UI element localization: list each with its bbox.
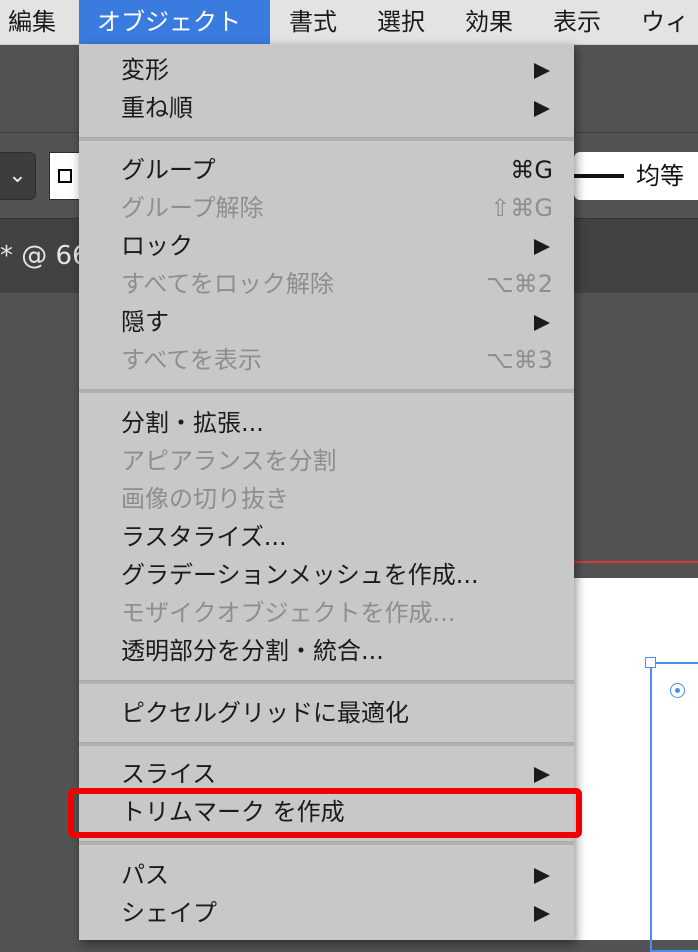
menubar: 編集 オブジェクト 書式 選択 効果 表示 ウィ bbox=[0, 0, 698, 45]
menu-item-path[interactable]: パス bbox=[79, 856, 574, 894]
menu-item-label: グループ解除 bbox=[121, 194, 264, 222]
menu-item-transform[interactable]: 変形 bbox=[79, 51, 574, 89]
menu-item-shortcut: ⌥⌘2 bbox=[486, 270, 553, 298]
menu-item-label: モザイクオブジェクトを作成... bbox=[121, 599, 456, 627]
menu-item-flatten-transparency[interactable]: 透明部分を分割・統合... bbox=[79, 632, 574, 670]
menu-item-unlock-all: すべてをロック解除 ⌥⌘2 bbox=[79, 265, 574, 303]
selection-center-point-icon bbox=[670, 683, 685, 698]
menu-item-label: すべてを表示 bbox=[121, 346, 262, 374]
submenu-arrow-icon bbox=[534, 239, 550, 255]
menu-item-label: グラデーションメッシュを作成... bbox=[121, 561, 479, 589]
highlight-annotation-box bbox=[68, 788, 582, 838]
menu-window[interactable]: ウィ bbox=[641, 0, 689, 44]
menu-item-shortcut: ⌥⌘3 bbox=[486, 346, 553, 374]
stroke-profile-line bbox=[574, 174, 624, 178]
menu-item-rasterize[interactable]: ラスタライズ... bbox=[79, 518, 574, 556]
selection-handle[interactable] bbox=[645, 657, 656, 668]
selection-bounding-box[interactable] bbox=[650, 662, 698, 952]
artboard-guide-line bbox=[574, 561, 698, 563]
menu-item-make-pixel-perfect[interactable]: ピクセルグリッドに最適化 bbox=[79, 694, 574, 732]
menu-item-label: パス bbox=[121, 861, 169, 889]
submenu-arrow-icon bbox=[534, 906, 550, 922]
menu-item-shortcut: ⇧⌘G bbox=[490, 194, 553, 222]
menu-item-hide[interactable]: 隠す bbox=[79, 303, 574, 341]
menu-edit[interactable]: 編集 bbox=[8, 0, 56, 44]
stroke-profile-dropdown[interactable]: 均等 bbox=[574, 152, 698, 200]
menu-item-label: 隠す bbox=[121, 308, 169, 336]
menu-item-group[interactable]: グループ ⌘G bbox=[79, 151, 574, 189]
menu-item-crop-image: 画像の切り抜き bbox=[79, 480, 574, 518]
submenu-arrow-icon bbox=[534, 767, 550, 783]
menu-item-shortcut: ⌘G bbox=[510, 156, 553, 184]
menu-object[interactable]: オブジェクト bbox=[79, 0, 270, 44]
stroke-swatch[interactable] bbox=[49, 152, 81, 200]
menu-item-expand[interactable]: 分割・拡張... bbox=[79, 404, 574, 442]
menu-item-label: 変形 bbox=[121, 56, 169, 84]
menu-item-label: ピクセルグリッドに最適化 bbox=[121, 699, 409, 727]
menu-separator bbox=[79, 680, 574, 684]
stroke-profile-label: 均等 bbox=[636, 162, 684, 190]
menu-item-label: ロック bbox=[121, 232, 193, 260]
menu-item-ungroup: グループ解除 ⇧⌘G bbox=[79, 189, 574, 227]
submenu-arrow-icon bbox=[534, 315, 550, 331]
menu-item-create-object-mosaic: モザイクオブジェクトを作成... bbox=[79, 594, 574, 632]
submenu-arrow-icon bbox=[534, 868, 550, 884]
menu-item-expand-appearance: アピアランスを分割 bbox=[79, 442, 574, 480]
submenu-arrow-icon bbox=[534, 63, 550, 79]
menu-item-arrange[interactable]: 重ね順 bbox=[79, 89, 574, 127]
menu-item-create-gradient-mesh[interactable]: グラデーションメッシュを作成... bbox=[79, 556, 574, 594]
menu-item-label: 画像の切り抜き bbox=[121, 485, 289, 513]
menu-effect[interactable]: 効果 bbox=[465, 0, 513, 44]
menu-item-lock[interactable]: ロック bbox=[79, 227, 574, 265]
menu-separator bbox=[79, 389, 574, 393]
menu-type[interactable]: 書式 bbox=[289, 0, 337, 44]
menu-item-label: ラスタライズ... bbox=[121, 523, 287, 551]
menu-item-label: 分割・拡張... bbox=[121, 409, 264, 437]
document-tab-label[interactable]: * @ 66 bbox=[0, 218, 89, 292]
menu-item-label: すべてをロック解除 bbox=[121, 270, 334, 298]
menu-item-shape[interactable]: シェイプ bbox=[79, 894, 574, 932]
menu-view[interactable]: 表示 bbox=[553, 0, 601, 44]
submenu-arrow-icon bbox=[534, 101, 550, 117]
menu-item-label: 透明部分を分割・統合... bbox=[121, 637, 384, 665]
menu-separator bbox=[79, 841, 574, 845]
menu-item-label: グループ bbox=[121, 156, 216, 184]
menu-separator bbox=[79, 137, 574, 141]
chevron-down-icon[interactable]: ⌄ bbox=[0, 152, 36, 200]
menu-item-label: 重ね順 bbox=[121, 94, 193, 122]
menu-item-show-all: すべてを表示 ⌥⌘3 bbox=[79, 341, 574, 379]
menu-separator bbox=[79, 742, 574, 746]
menu-select[interactable]: 選択 bbox=[377, 0, 425, 44]
menu-item-label: アピアランスを分割 bbox=[121, 447, 337, 475]
menu-item-label: シェイプ bbox=[121, 899, 217, 927]
